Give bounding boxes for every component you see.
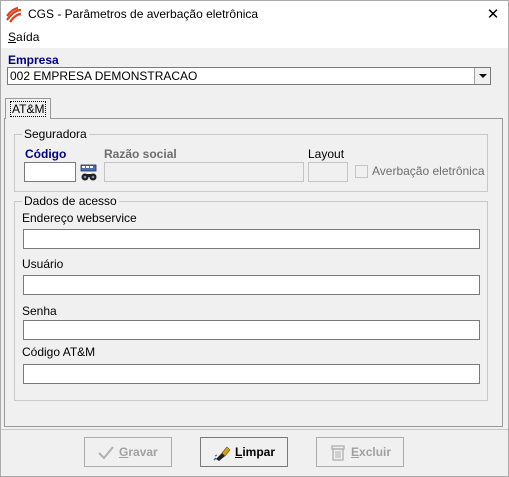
chevron-down-icon[interactable] — [474, 68, 490, 84]
empresa-label: Empresa — [8, 53, 59, 67]
gravar-button-label: Gravar — [119, 445, 158, 459]
gravar-button-accel: G — [119, 445, 129, 459]
close-icon: ✕ — [486, 6, 500, 23]
menu-item-saida[interactable]: Saída — [8, 30, 39, 44]
codigo-label: Código — [25, 147, 67, 161]
senha-field[interactable] — [23, 320, 480, 340]
codigo-field[interactable] — [24, 162, 76, 182]
menu-item-saida-label: aída — [16, 30, 40, 44]
dados-acesso-group-title: Dados de acesso — [22, 194, 119, 208]
app-logo-icon — [6, 7, 22, 23]
empresa-select-value: 002 EMPRESA DEMONSTRACAO — [10, 69, 198, 83]
tab-atm[interactable]: AT&M — [5, 98, 51, 119]
averbacao-eletronica-label: Averbação eletrônica — [372, 164, 485, 178]
footer-divider — [1, 429, 508, 430]
endereco-webservice-field[interactable] — [23, 229, 480, 249]
tab-panel: Seguradora Código Razão social Layout Av… — [4, 118, 503, 427]
limpar-button[interactable]: Limpar — [200, 437, 288, 467]
tab-atm-label: AT&M — [9, 101, 47, 117]
menu-item-saida-accel: S — [8, 30, 17, 44]
layout-label: Layout — [308, 147, 345, 161]
menu-bar: Saída — [1, 29, 508, 48]
eraser-brush-icon — [213, 446, 231, 461]
razao-social-field — [104, 162, 304, 182]
senha-label: Senha — [22, 304, 57, 318]
usuario-field[interactable] — [23, 275, 480, 295]
averbacao-eletronica-checkbox — [355, 165, 368, 178]
dialog-window: CGS - Parâmetros de averbação eletrônica… — [0, 0, 509, 477]
seguradora-group-title: Seguradora — [22, 127, 89, 141]
checkmark-icon — [98, 446, 114, 460]
empresa-select[interactable]: 002 EMPRESA DEMONSTRACAO — [7, 67, 491, 85]
codigo-atm-label: Código AT&M — [22, 345, 96, 359]
layout-field — [308, 162, 348, 182]
close-button[interactable]: ✕ — [478, 1, 508, 29]
trash-icon — [331, 445, 345, 461]
limpar-button-label-rest: impar — [242, 445, 276, 459]
limpar-button-label: Limpar — [235, 445, 275, 459]
excluir-button-label-rest: xcluir — [359, 445, 392, 459]
seguradora-group: Seguradora Código Razão social Layout Av… — [14, 127, 488, 192]
binoculars-search-icon[interactable] — [79, 163, 99, 183]
razao-social-label: Razão social — [104, 147, 177, 161]
endereco-webservice-label: Endereço webservice — [22, 211, 137, 225]
gravar-button[interactable]: Gravar — [84, 437, 172, 467]
gravar-button-label-rest: ravar — [128, 445, 158, 459]
excluir-button[interactable]: Excluir — [316, 437, 404, 467]
excluir-button-accel: E — [351, 445, 360, 459]
codigo-atm-field[interactable] — [23, 364, 480, 384]
title-bar: CGS - Parâmetros de averbação eletrônica… — [1, 1, 508, 29]
window-title: CGS - Parâmetros de averbação eletrônica — [28, 7, 259, 21]
excluir-button-label: Excluir — [351, 445, 391, 459]
usuario-label: Usuário — [22, 257, 64, 271]
dados-acesso-group: Dados de acesso Endereço webservice Usuá… — [14, 194, 488, 401]
